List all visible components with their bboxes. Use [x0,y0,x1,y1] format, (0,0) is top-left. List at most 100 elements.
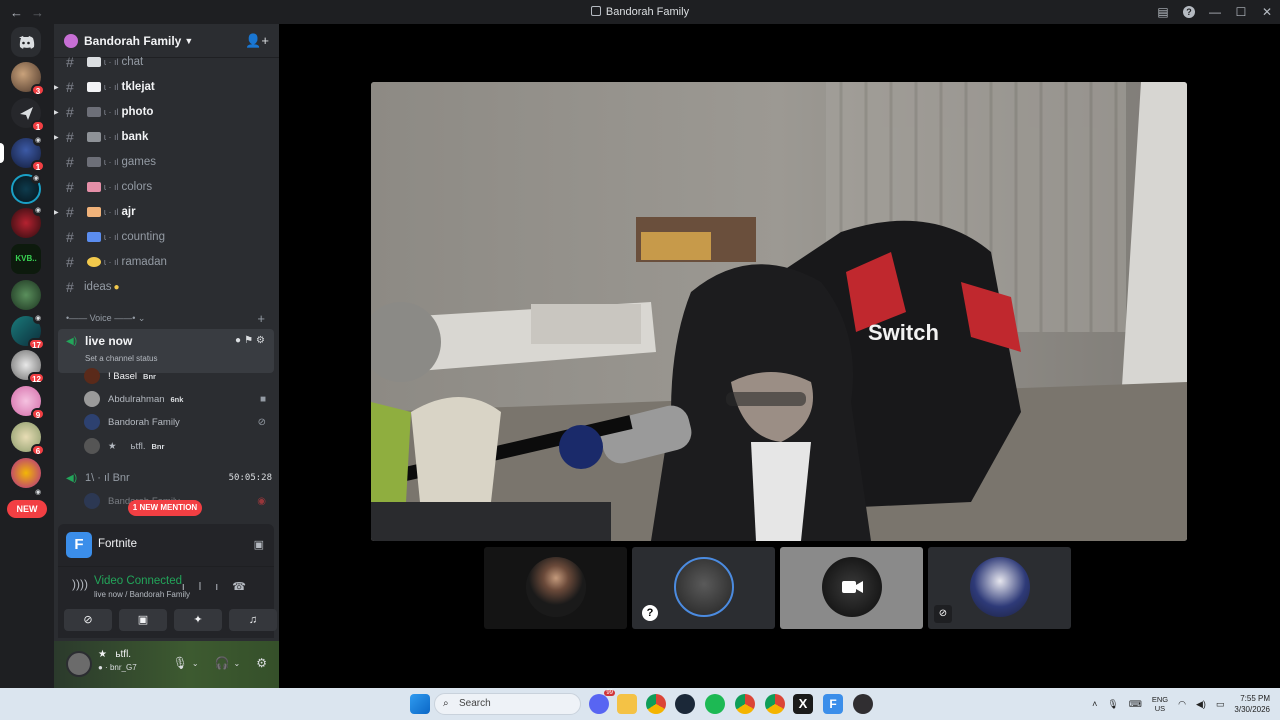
server-icon-3[interactable]: ◉ 1 [0,136,45,172]
clock[interactable]: 7:55 PM 3/30/2026 [1234,693,1270,715]
main-video-feed[interactable]: Switch [371,82,1187,541]
connection-status[interactable]: Video Connected [94,575,182,587]
channel-chat[interactable]: # ɩ · ıl chat [54,51,279,73]
channel-emoji [87,182,101,192]
stream-icon: ◉ [257,495,266,507]
channel-counting[interactable]: # ɩ · ıl counting [54,226,279,248]
activities-button[interactable]: ✦ [174,609,222,631]
user-settings-icon[interactable]: ⚙ [256,656,267,670]
file-explorer-icon[interactable] [617,694,637,714]
spotify-icon[interactable] [705,694,725,714]
nav-buttons: ← → [0,5,44,20]
invite-icon[interactable]: ⚑ [244,335,256,346]
start-windows-icon[interactable] [410,694,430,714]
participant-tile[interactable] [484,547,627,629]
add-channel-icon[interactable]: + [257,311,265,326]
server-icon-10[interactable]: 9 [11,386,45,420]
voice-channel-bnr[interactable]: ◀) 1\ · ıl Bnr 50:05:28 [58,467,274,489]
microphone-icon[interactable]: 🎙 [1107,699,1118,710]
language-indicator[interactable]: ENG US [1152,695,1168,713]
noise-suppression-icon[interactable]: ılı [182,581,233,593]
connection-signal-icon[interactable]: )))) [72,577,88,591]
channel-ramadan[interactable]: # ɩ · ıl ramadan [54,251,279,273]
battery-icon[interactable]: ▭ [1216,699,1225,710]
server-icon-kvb[interactable]: KVB.. [11,244,41,274]
channel-status-input[interactable]: Set a channel status [85,354,158,363]
invite-people-icon[interactable]: 👤+ [245,33,269,49]
back-arrow-icon[interactable]: ← [10,5,23,20]
channel-bank[interactable]: ▶ # ɩ · ıl bank [54,126,279,148]
chrome-profile-2-icon[interactable] [765,694,785,714]
voice-user[interactable]: Bandorah Family ⊘ [84,411,270,433]
speaker-icon: ◉ [33,488,43,498]
chat-icon[interactable]: ● [235,335,244,346]
voice-user[interactable]: ★ ьtfl. Bnr [84,435,270,457]
discord-taskbar-icon[interactable]: 99 [589,690,615,714]
channel-emoji [87,82,101,92]
obs-icon[interactable] [853,694,873,714]
unread-indicator: ▶ [54,209,59,216]
system-tray: ˄ 🎙 ⌨ ENG US ◠ ◀) ▭ 7:55 PM 3/30/2026 [1092,688,1270,720]
new-unreads-pill[interactable]: NEW [7,500,47,518]
camera-off-button[interactable]: ⊘ [64,609,112,631]
minimize-icon[interactable]: — [1202,5,1228,19]
rtc-panel: )))) Video Connected live now / Bandorah… [58,566,277,638]
settings-gear-icon[interactable]: ⚙ [256,335,268,346]
channel-games[interactable]: # ɩ · ıl games [54,151,279,173]
home-discord-icon[interactable] [11,27,41,57]
channel-photo[interactable]: ▶ # ɩ · ıl photo [54,101,279,123]
unread-badge: 6 [31,444,45,456]
screen-share-icon[interactable]: ▣ [254,538,264,551]
server-icon-5[interactable]: ◉ [11,206,43,238]
new-mention-pill[interactable]: 1 NEW MENTION [128,500,202,516]
inbox-icon[interactable]: ▤ [1150,5,1176,19]
voice-user-name: Bandorah Family [108,416,180,428]
participant-tile[interactable]: ? [632,547,775,629]
voice-user[interactable]: Abdulrahman 6nk ■ [84,388,270,410]
taskbar-search[interactable]: ⌕ Search [434,693,581,715]
forward-arrow-icon[interactable]: → [31,5,44,20]
server-icon-7[interactable] [11,280,41,310]
channel-colors[interactable]: # ɩ · ıl colors [54,176,279,198]
chevron-down-icon[interactable]: ⌄ [192,659,199,668]
server-icon-12[interactable] [11,458,41,488]
server-icon-11[interactable]: 6 [11,422,45,456]
help-icon[interactable]: ? [1183,6,1195,18]
voice-user[interactable]: ! Basel Bnr [84,365,270,387]
soundboard-button[interactable]: ♫ [229,609,277,631]
fortnite-taskbar-icon[interactable]: F [823,694,843,714]
x-app-icon[interactable]: X [793,694,813,714]
channel-ajr[interactable]: ▶ # ɩ · ıl ajr [54,201,279,223]
channel-ideas[interactable]: # ideas ● [54,276,279,298]
participant-tile[interactable]: ⊘ [928,547,1071,629]
channel-label: photo [121,106,154,118]
chrome-icon[interactable] [646,694,666,714]
server-icon-4[interactable]: ◉ [11,174,41,204]
server-icon-9[interactable]: 12 [11,350,45,384]
channel-label: chat [121,56,144,68]
participant-avatar [822,557,882,617]
headphones-icon[interactable]: 🎧 [215,656,230,670]
voice-category[interactable]: •—— Voice ——• ⌄ + [54,311,279,327]
disconnect-icon[interactable]: ☎ [232,581,260,593]
unread-badge: 1 [31,120,45,132]
question-mark-icon: ? [642,605,658,621]
maximize-icon[interactable]: ☐ [1228,5,1254,19]
hash-icon: # [66,54,74,70]
volume-icon[interactable]: ◀) [1196,699,1206,710]
screen-share-button[interactable]: ▣ [119,609,167,631]
chevron-down-icon[interactable]: ⌄ [234,659,241,668]
keyboard-icon[interactable]: ⌨ [1129,699,1142,710]
server-icon-1[interactable]: 3 [11,62,45,96]
server-icon-8[interactable]: ◉ 17 [11,314,45,350]
close-icon[interactable]: ✕ [1254,5,1280,19]
participant-tile[interactable] [780,547,923,629]
server-icon-2[interactable]: 1 [11,98,45,132]
chevron-up-icon[interactable]: ˄ [1092,699,1097,709]
microphone-icon[interactable]: 🎙 [173,656,188,670]
channel-tklejat[interactable]: ▶ # ɩ · ıl tklejat [54,76,279,98]
chrome-profile-icon[interactable] [735,694,755,714]
wifi-icon[interactable]: ◠ [1178,699,1186,710]
user-avatar[interactable] [66,651,92,677]
steam-icon[interactable] [675,694,695,714]
